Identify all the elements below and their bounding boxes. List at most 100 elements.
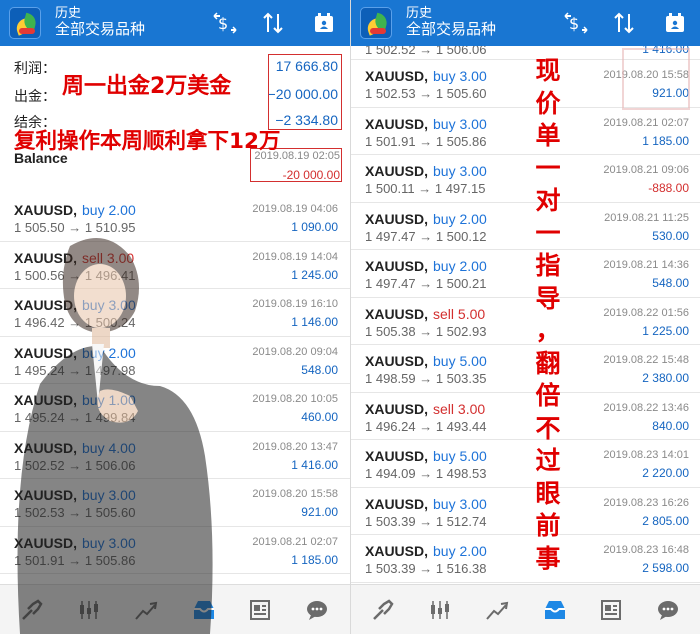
deal-row[interactable]: XAUUSD, sell 3.00 1 500.56 → 1 496.41 2019.… <box>0 242 350 289</box>
deal-side: buy 3.00 <box>82 297 136 313</box>
calendar-icon[interactable] <box>661 9 689 37</box>
deal-row[interactable]: XAUUSD, buy 5.00 1 494.09 → 1 498.53 2019.0… <box>351 440 700 488</box>
nav-news-button[interactable] <box>231 585 289 634</box>
slogan-char: 现 <box>535 56 561 85</box>
nav-quotes-chart-button[interactable] <box>60 585 118 634</box>
slogan-char: 事 <box>535 543 561 573</box>
deal-time: 2019.08.20 09:04 <box>252 345 338 358</box>
nav-history-button[interactable] <box>525 585 583 634</box>
slogan-char: 指 <box>535 251 561 280</box>
nav-chat-button[interactable] <box>288 585 346 634</box>
deal-row[interactable]: XAUUSD, sell 3.00 1 496.24 → 1 493.44 2019.… <box>351 393 700 440</box>
screen-title: 历史 <box>406 5 433 20</box>
deal-prices: 1 496.42 → 1 500.24 <box>14 315 136 330</box>
right-history-list: 1 502.52 → 1 506.06 1 416.00 XAUUSD, buy … <box>351 46 700 583</box>
calendar-icon[interactable] <box>310 9 338 37</box>
sort-icon[interactable] <box>259 9 287 37</box>
deal-prices: 1 495.24 → 1 497.98 <box>14 362 136 378</box>
deal-symbol: XAUUSD,buy 3.00 <box>14 487 136 503</box>
deal-symbol: XAUUSD,buy 3.00 <box>14 535 136 551</box>
symbol-filter-label[interactable]: 全部交易品种 <box>55 21 145 39</box>
deal-side: buy 2.00 <box>433 543 487 559</box>
deal-side: buy 3.00 <box>433 68 487 84</box>
deal-row[interactable]: XAUUSD, sell 5.00 1 505.38 → 1 502.93 2019.… <box>351 298 700 345</box>
deal-prices: 1 502.52 → 1 506.06 <box>365 46 487 57</box>
app-logo-icon[interactable] <box>9 7 41 39</box>
slogan-char: 对 <box>535 186 561 215</box>
deal-symbol: XAUUSD, buy 5.00 <box>365 448 487 464</box>
right-bottom-nav <box>351 584 700 634</box>
deal-symbol-text: XAUUSD, <box>14 249 78 266</box>
deal-row[interactable]: XAUUSD, buy 3.00 1 502.53 → 1 505.60 2019.0… <box>0 479 350 527</box>
slogan-char: 眼 <box>535 478 561 508</box>
deal-symbol-text: XAUUSD, <box>14 297 78 313</box>
deal-symbol: XAUUSD, sell 3.00 <box>365 401 485 417</box>
deal-row[interactable]: XAUUSD, buy 2.00 1 495.24 → 1 497.98 2019.0… <box>0 337 350 384</box>
deal-symbol-text: XAUUSD, <box>14 344 78 361</box>
deal-row[interactable]: XAUUSD, buy 2.00 1 503.39 → 1 516.38 2019.0… <box>351 535 700 583</box>
slogan-char: ， <box>535 316 561 345</box>
deal-symbol-text: XAUUSD, <box>14 439 78 456</box>
slogan-char: 前 <box>535 511 561 540</box>
deal-time: 2019.08.23 14:01 <box>603 449 689 461</box>
deal-symbol: XAUUSD, buy 2.00 <box>365 543 487 559</box>
deal-prices: 1 500.56 → 1 496.41 <box>14 267 136 283</box>
nav-chart-button[interactable] <box>117 585 175 634</box>
deal-side: sell 3.00 <box>82 249 135 266</box>
slogan-char: 价 <box>535 88 561 118</box>
deal-time: 2019.08.21 14:36 <box>603 259 689 271</box>
deal-symbol: XAUUSD,buy 3.00 <box>365 163 487 179</box>
deal-row[interactable]: XAUUSD, buy 2.00 1 505.50 → 1 510.95 2019.0… <box>0 194 350 242</box>
deal-symbol-text: XAUUSD, <box>14 202 78 218</box>
deal-time: 2019.08.19 04:06 <box>252 203 338 215</box>
slogan-char: 倍 <box>535 381 561 410</box>
nav-quotes-chart-button[interactable] <box>411 585 469 634</box>
sort-icon[interactable] <box>610 9 638 37</box>
summary-highlight-frame <box>268 54 342 130</box>
deal-prices: 1 494.09 → 1 498.53 <box>365 466 487 481</box>
nav-trade-button[interactable] <box>3 585 61 634</box>
nav-trade-button[interactable] <box>354 585 412 634</box>
deal-profit: 1 185.00 <box>642 133 689 148</box>
app-logo-icon[interactable] <box>360 7 392 39</box>
slogan-char: 一 <box>535 218 561 248</box>
deal-symbol: XAUUSD,buy 3.00 <box>365 116 487 132</box>
deal-prices: 1 495.24 → 1 499.84 <box>14 410 136 425</box>
nav-chart-button[interactable] <box>468 585 526 634</box>
deal-prices: 1 501.91 → 1 505.86 <box>365 133 487 149</box>
slogan-char: 一 <box>535 153 561 183</box>
deal-row[interactable]: XAUUSD, buy 3.00 1 501.91 → 1 505.86 2019.0… <box>0 527 350 574</box>
currency-filter-icon[interactable]: $ <box>561 9 589 37</box>
deal-profit: 1 185.00 <box>291 552 338 567</box>
deal-symbol: XAUUSD,buy 3.00 <box>365 496 487 512</box>
deal-row[interactable]: XAUUSD, buy 3.00 1 503.39 → 1 512.74 2019.0… <box>351 488 700 535</box>
deal-prices: 1 502.53 → 1 505.60 <box>14 505 136 520</box>
deal-symbol-text: XAUUSD, <box>14 534 78 551</box>
deal-row[interactable]: XAUUSD, buy 4.00 1 502.52 → 1 506.06 2019.0… <box>0 432 350 479</box>
deal-row[interactable]: XAUUSD, buy 1.00 1 495.24 → 1 499.84 2019.0… <box>0 384 350 432</box>
nav-chat-button[interactable] <box>639 585 697 634</box>
deal-symbol: XAUUSD, buy 2.00 <box>365 211 487 227</box>
deal-time: 2019.08.22 01:56 <box>603 306 689 319</box>
deal-row[interactable]: XAUUSD, buy 3.00 1 501.91 → 1 505.86 2019.0… <box>351 108 700 155</box>
deal-prices: 1 500.11 → 1 497.15 <box>365 181 486 196</box>
deal-row[interactable]: XAUUSD, buy 2.00 1 497.47 → 1 500.21 2019.0… <box>351 250 700 298</box>
symbol-filter-label[interactable]: 全部交易品种 <box>406 21 496 39</box>
deal-row[interactable]: XAUUSD, buy 3.00 1 500.11 → 1 497.15 2019.0… <box>351 155 700 203</box>
deal-row[interactable]: XAUUSD, buy 3.00 1 496.42 → 1 500.24 2019.0… <box>0 289 350 337</box>
deal-symbol-text: XAUUSD, <box>365 163 429 179</box>
deal-profit: -888.00 <box>648 181 689 195</box>
deal-symbol-text: XAUUSD, <box>365 305 429 322</box>
screenshot-root: 历史 全部交易品种 $ 利润： 17 666.80 出金： −20 000.00… <box>0 0 700 634</box>
deal-symbol: XAUUSD,buy 3.00 <box>14 297 136 313</box>
deal-profit: 2 598.00 <box>642 561 689 575</box>
deal-row[interactable]: XAUUSD, buy 2.00 1 497.47 → 1 500.12 2019.0… <box>351 203 700 250</box>
deal-side: buy 2.00 <box>433 210 487 227</box>
currency-filter-icon[interactable]: $ <box>210 9 238 37</box>
deal-symbol: XAUUSD, sell 3.00 <box>14 250 134 266</box>
nav-news-button[interactable] <box>582 585 640 634</box>
deal-symbol-text: XAUUSD, <box>365 495 429 512</box>
deal-symbol: XAUUSD, buy 2.00 <box>365 258 487 274</box>
deal-row[interactable]: XAUUSD, buy 5.00 1 498.59 → 1 503.35 2019.0… <box>351 345 700 393</box>
nav-history-button[interactable] <box>174 585 232 634</box>
